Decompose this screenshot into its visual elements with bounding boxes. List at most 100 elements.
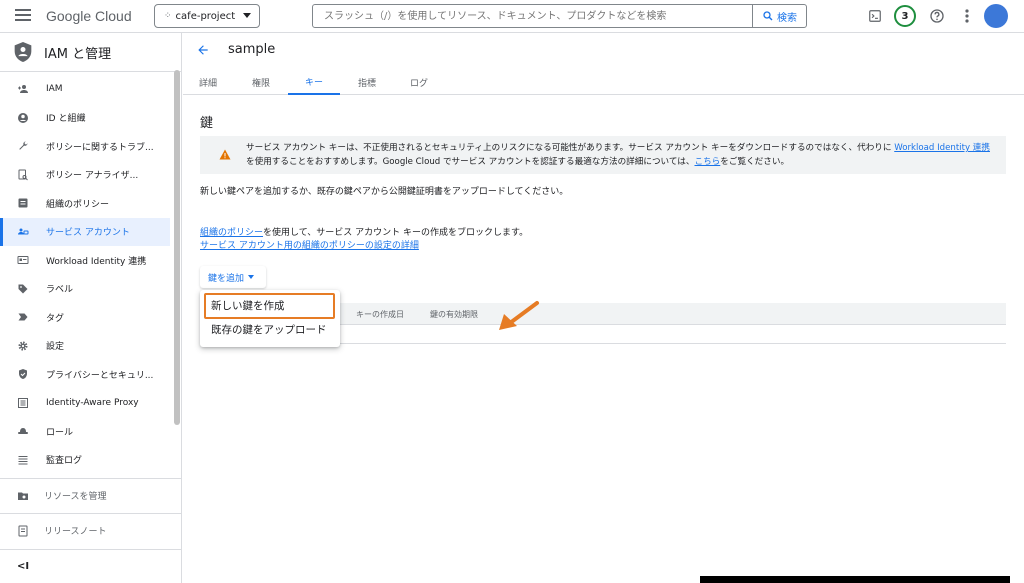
project-name: cafe-project [175, 10, 236, 22]
release-notes-label: リリースノート [44, 527, 107, 537]
policy-info: 組織のポリシーを使用して、サービス アカウント キーの作成をブロックします。 サ… [200, 227, 700, 253]
tab-permissions[interactable]: 権限 [245, 69, 277, 95]
tab-logs[interactable]: ログ [404, 69, 434, 95]
google-cloud-logo[interactable]: Google Cloud [46, 8, 132, 24]
notification-badge[interactable]: 3 [894, 5, 916, 27]
chevron-down-icon [248, 275, 255, 279]
id-card-icon [17, 254, 29, 266]
gear-icon [17, 340, 29, 352]
org-policy-details-link[interactable]: サービス アカウント用の組織のポリシーの設定の詳細 [200, 241, 419, 251]
sidebar-item-workload-identity[interactable]: Workload Identity 連携 [0, 246, 181, 275]
person-add-icon [17, 83, 29, 95]
sidebar-item-label: ラベル [46, 285, 74, 296]
menu-icon[interactable] [15, 9, 31, 23]
service-account-icon [17, 226, 29, 238]
sidebar-scrollbar[interactable] [174, 70, 180, 425]
add-key-label: 鍵を追加 [208, 273, 245, 284]
sidebar-item-label: ロール [46, 427, 74, 438]
search-bar: 検索 [312, 4, 807, 28]
sidebar-item-policy-troubleshooter[interactable]: ポリシーに関するトラブ... [0, 132, 181, 161]
cloud-shell-icon[interactable] [865, 6, 885, 26]
menu-item-upload-existing-key[interactable]: 既存の鍵をアップロード [200, 317, 340, 341]
highlight-box [204, 293, 335, 319]
sidebar-item-label: 組織のポリシー [46, 199, 110, 210]
manage-resources-label: リソースを管理 [44, 492, 107, 502]
account-circle-icon [17, 112, 29, 124]
label-icon [17, 283, 29, 295]
tab-keys[interactable]: キー [288, 69, 340, 95]
sidebar-item-label: Workload Identity 連携 [46, 256, 147, 267]
sidebar-item-privacy-security[interactable]: プライバシーとセキュリ... [0, 360, 181, 389]
sidebar-item-iap[interactable]: Identity-Aware Proxy [0, 389, 181, 418]
org-policy-link[interactable]: 組織のポリシー [200, 228, 263, 238]
back-arrow-icon[interactable] [196, 43, 210, 60]
bottom-bar [700, 576, 1010, 583]
sidebar-item-label: プライバシーとセキュリ... [46, 370, 154, 381]
project-icon: ⁘ [164, 11, 171, 21]
collapse-icon: <I [17, 561, 30, 572]
shield-icon [17, 368, 29, 380]
logo-google: Google [46, 8, 92, 24]
warning-text: サービス アカウント キーは、不正使用されるとセキュリティ上のリスクになる可能性… [246, 143, 895, 153]
sidebar-item-id-org[interactable]: ID と組織 [0, 104, 181, 133]
sidebar-item-service-accounts[interactable]: サービス アカウント [0, 217, 170, 246]
workload-identity-link[interactable]: Workload Identity 連携 [894, 143, 990, 153]
release-notes-icon [17, 525, 29, 537]
chevron-down-icon [243, 13, 251, 18]
sidebar-item-iam[interactable]: IAM [0, 75, 181, 104]
keys-description: 新しい鍵ペアを追加するか、既存の鍵ペアから公開鍵証明書をアップロードしてください… [200, 187, 569, 197]
column-key-expiration[interactable]: 鍵の有効期限 [430, 309, 478, 320]
iam-shield-icon [14, 42, 32, 62]
top-bar: Google Cloud ⁘ cafe-project 検索 3 [0, 0, 1024, 33]
sidebar-item-policy-analyzer[interactable]: ポリシー アナライザ... [0, 161, 181, 190]
tab-metrics[interactable]: 指標 [351, 69, 383, 95]
project-selector[interactable]: ⁘ cafe-project [154, 4, 260, 28]
sidebar-item-audit-logs[interactable]: 監査ログ [0, 446, 181, 475]
search-button[interactable]: 検索 [752, 5, 806, 27]
warning-icon [219, 149, 231, 160]
sidebar-item-label: 設定 [46, 342, 65, 353]
sidebar-item-label: ID と組織 [46, 114, 86, 125]
sidebar-item-settings[interactable]: 設定 [0, 332, 181, 361]
warning-banner: サービス アカウント キーは、不正使用されるとセキュリティ上のリスクになる可能性… [200, 136, 1006, 174]
sidebar-item-label: タグ [46, 313, 65, 324]
sidebar-item-label: IAM [46, 84, 63, 95]
sidebar: IAM と管理 IAM ID と組織 ポリシーに関するトラブ... ポリシー ア… [0, 33, 182, 583]
pointer-arrow-icon [499, 301, 539, 330]
sidebar-item-label: ポリシーに関するトラブ... [46, 142, 154, 153]
log-icon [17, 454, 29, 466]
sidebar-item-label: ポリシー アナライザ... [46, 171, 139, 182]
collapse-sidebar-button[interactable]: <I [0, 549, 182, 583]
add-key-button[interactable]: 鍵を追加 [200, 266, 266, 288]
sidebar-title: IAM と管理 [44, 46, 112, 62]
sidebar-item-label: Identity-Aware Proxy [46, 397, 139, 408]
hat-icon [17, 425, 29, 437]
sidebar-header: IAM と管理 [0, 33, 181, 71]
sidebar-item-org-policies[interactable]: 組織のポリシー [0, 189, 181, 218]
page-title: sample [228, 42, 276, 57]
sidebar-list: IAM ID と組織 ポリシーに関するトラブ... ポリシー アナライザ... … [0, 72, 181, 474]
tab-details[interactable]: 詳細 [193, 69, 223, 95]
section-title: 鍵 [200, 116, 214, 131]
tag-icon [17, 311, 29, 323]
more-vert-icon[interactable] [957, 6, 977, 26]
avatar[interactable] [984, 4, 1008, 28]
learn-more-link[interactable]: こちら [694, 157, 720, 167]
search-button-label: 検索 [777, 12, 797, 24]
folder-gear-icon [17, 490, 29, 502]
search-icon [763, 11, 773, 21]
main-content: sample 詳細 権限 キー 指標 ログ 鍵 サービス アカウント キーは、不… [183, 33, 1024, 583]
sidebar-item-labels[interactable]: ラベル [0, 275, 181, 304]
policy-text: を使用して、サービス アカウント キーの作成をブロックします。 [263, 228, 529, 238]
sidebar-item-release-notes[interactable]: リリースノート [0, 513, 182, 547]
sidebar-item-label: 監査ログ [46, 456, 83, 467]
column-key-created[interactable]: キーの作成日 [356, 309, 404, 320]
sidebar-item-manage-resources[interactable]: リソースを管理 [0, 478, 182, 512]
sidebar-item-roles[interactable]: ロール [0, 417, 181, 446]
document-search-icon [17, 169, 29, 181]
warning-text: を使用することをおすすめします。Google Cloud でサービス アカウント… [246, 157, 695, 167]
sidebar-item-tags[interactable]: タグ [0, 303, 181, 332]
help-icon[interactable] [927, 6, 947, 26]
add-key-menu: 新しい鍵を作成 既存の鍵をアップロード [200, 290, 340, 347]
search-input[interactable] [313, 5, 752, 27]
